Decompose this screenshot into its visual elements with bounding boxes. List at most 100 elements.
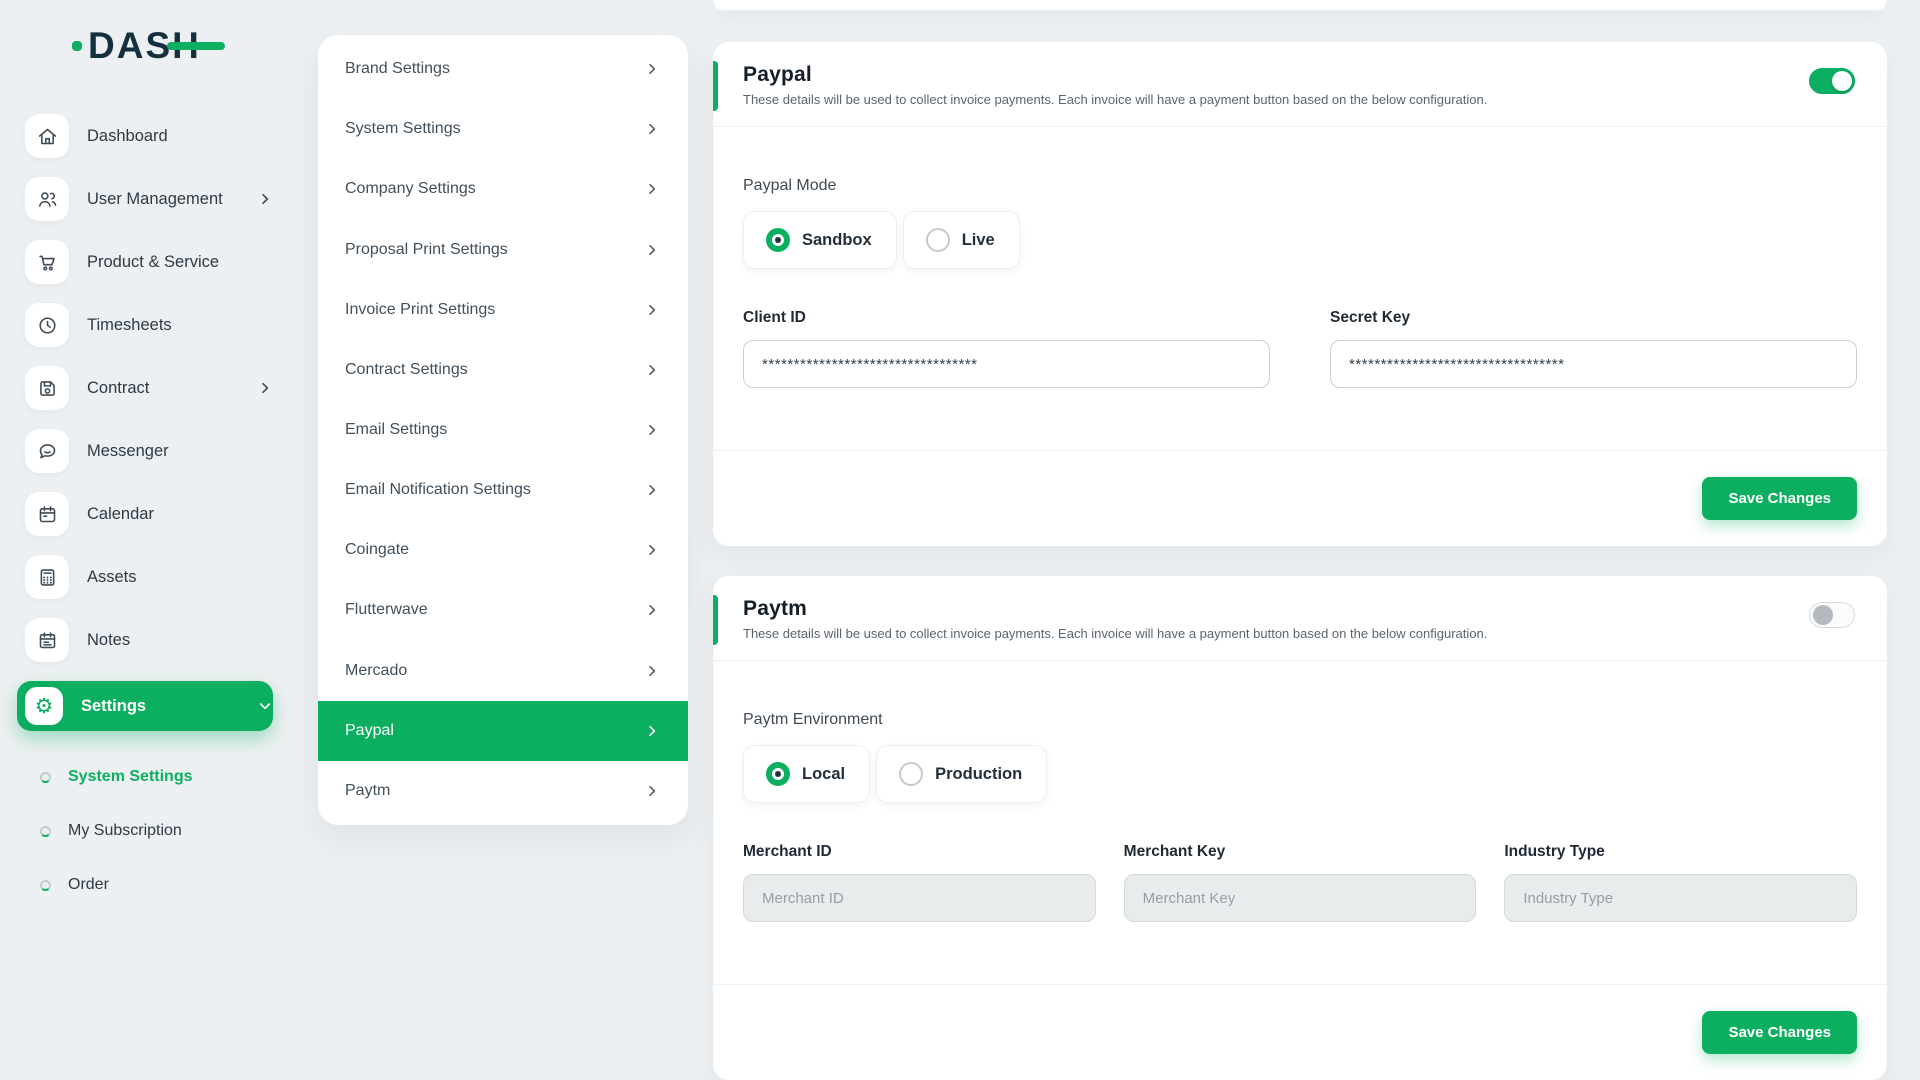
main-content: Paypal These details will be used to col… — [713, 0, 1887, 1080]
mode-option[interactable]: Local — [743, 745, 870, 803]
logo-dot — [72, 41, 82, 51]
sidebar-item-label: Dashboard — [87, 127, 273, 146]
chevron-right-icon — [257, 698, 273, 714]
settings-menu-item[interactable]: Email Notification Settings — [318, 460, 688, 520]
settings-menu-item[interactable]: Company Settings — [318, 159, 688, 219]
chevron-right-icon — [644, 783, 660, 799]
settings-menu-item[interactable]: Mercado — [318, 641, 688, 701]
mode-option[interactable]: Sandbox — [743, 211, 897, 269]
settings-menu-item-label: Invoice Print Settings — [345, 301, 644, 319]
sidebar-item[interactable]: Contract — [17, 366, 273, 410]
settings-menu-item[interactable]: Contract Settings — [318, 340, 688, 400]
cart-icon — [25, 240, 69, 284]
chevron-right-icon — [257, 191, 273, 207]
paypal-card: Paypal These details will be used to col… — [713, 42, 1887, 546]
radio-icon — [766, 228, 790, 252]
paypal-fields: Client ID Secret Key — [743, 309, 1857, 388]
radio-icon — [899, 762, 923, 786]
settings-menu-item-label: Paytm — [345, 782, 644, 800]
radio-icon — [926, 228, 950, 252]
sidebar-item-label: Contract — [87, 379, 257, 398]
sidebar-item-label: Messenger — [87, 442, 273, 461]
paytm-card: Paytm These details will be used to coll… — [713, 576, 1887, 1080]
sidebar-item[interactable]: Assets — [17, 555, 273, 599]
green-accent-bar — [713, 595, 718, 645]
sidebar-item-label: Notes — [87, 631, 273, 650]
sidebar-item[interactable]: Notes — [17, 618, 273, 662]
paytm-description: These details will be used to collect in… — [743, 626, 1857, 641]
chevron-right-icon — [644, 302, 660, 318]
form-field: Secret Key — [1330, 309, 1857, 388]
settings-menu-item[interactable]: System Settings — [318, 99, 688, 159]
settings-menu-item-label: Proposal Print Settings — [345, 241, 644, 259]
sidebar-item[interactable]: Messenger — [17, 429, 273, 473]
sidebar-sub-item[interactable]: Order — [0, 858, 290, 912]
sidebar-item[interactable]: Calendar — [17, 492, 273, 536]
save-changes-button[interactable]: Save Changes — [1702, 1011, 1857, 1054]
logo-dash-bar — [167, 42, 225, 50]
calendar-icon — [25, 492, 69, 536]
sidebar-sub-item-label: Order — [68, 876, 109, 894]
field-input[interactable] — [1504, 874, 1857, 922]
sidebar-item[interactable]: Product & Service — [17, 240, 273, 284]
chevron-right-icon — [644, 242, 660, 258]
paypal-toggle[interactable] — [1809, 68, 1855, 94]
field-input[interactable] — [743, 874, 1096, 922]
settings-menu-item[interactable]: Invoice Print Settings — [318, 280, 688, 340]
settings-menu-item-label: Coingate — [345, 541, 644, 559]
form-field: Industry Type — [1504, 843, 1857, 922]
settings-menu-item[interactable]: Brand Settings — [318, 39, 688, 99]
sidebar-sub-item[interactable]: System Settings — [0, 750, 290, 804]
field-label: Client ID — [743, 309, 1270, 327]
bullet-icon — [40, 772, 51, 783]
sidebar-subnav: System Settings My Subscription Order — [0, 750, 290, 912]
sidebar-item[interactable]: ⚙ Settings — [17, 681, 273, 731]
mode-option[interactable]: Production — [876, 745, 1047, 803]
chevron-right-icon — [257, 380, 273, 396]
save-changes-button[interactable]: Save Changes — [1702, 477, 1857, 520]
field-label: Secret Key — [1330, 309, 1857, 327]
chevron-right-icon — [644, 61, 660, 77]
sidebar-item-label: Timesheets — [87, 316, 273, 335]
sidebar-item[interactable]: User Management — [17, 177, 273, 221]
field-input[interactable] — [1124, 874, 1477, 922]
settings-menu-item[interactable]: Coingate — [318, 520, 688, 580]
mode-option[interactable]: Live — [903, 211, 1020, 269]
contract-icon — [25, 366, 69, 410]
chevron-right-icon — [644, 422, 660, 438]
mode-option-label: Local — [802, 765, 845, 784]
paytm-environment-options: Local Production — [743, 745, 1857, 803]
sidebar-item[interactable]: Timesheets — [17, 303, 273, 347]
settings-menu-item[interactable]: Flutterwave — [318, 580, 688, 640]
sidebar-item[interactable]: Dashboard — [17, 114, 273, 158]
gear-icon: ⚙ — [25, 687, 63, 725]
toggle-knob — [1813, 605, 1833, 625]
sidebar-item-label: Settings — [81, 697, 257, 716]
settings-menu-item-label: Contract Settings — [345, 361, 644, 379]
mode-option-label: Production — [935, 765, 1022, 784]
paytm-card-footer: Save Changes — [713, 984, 1887, 1080]
paypal-card-footer: Save Changes — [713, 450, 1887, 546]
settings-menu-item-label: Mercado — [345, 662, 644, 680]
sidebar-item-label: User Management — [87, 190, 257, 209]
field-input[interactable] — [1330, 340, 1857, 388]
chevron-right-icon — [644, 723, 660, 739]
settings-menu-item-label: Paypal — [345, 722, 644, 740]
settings-menu-item[interactable]: Paytm — [318, 761, 688, 821]
bullet-icon — [40, 826, 51, 837]
settings-menu-item[interactable]: Paypal — [318, 701, 688, 761]
form-field: Merchant ID — [743, 843, 1096, 922]
paytm-toggle[interactable] — [1809, 602, 1855, 628]
settings-menu-item[interactable]: Proposal Print Settings — [318, 219, 688, 279]
mode-option-label: Live — [962, 231, 995, 250]
notes-icon — [25, 618, 69, 662]
sidebar-sub-item[interactable]: My Subscription — [0, 804, 290, 858]
field-input[interactable] — [743, 340, 1270, 388]
toggle-knob — [1832, 71, 1852, 91]
field-label: Merchant ID — [743, 843, 1096, 861]
settings-menu-item[interactable]: Email Settings — [318, 400, 688, 460]
app-logo: DASH — [72, 26, 201, 66]
paypal-mode-label: Paypal Mode — [743, 177, 1857, 195]
chevron-right-icon — [644, 542, 660, 558]
chevron-right-icon — [644, 362, 660, 378]
